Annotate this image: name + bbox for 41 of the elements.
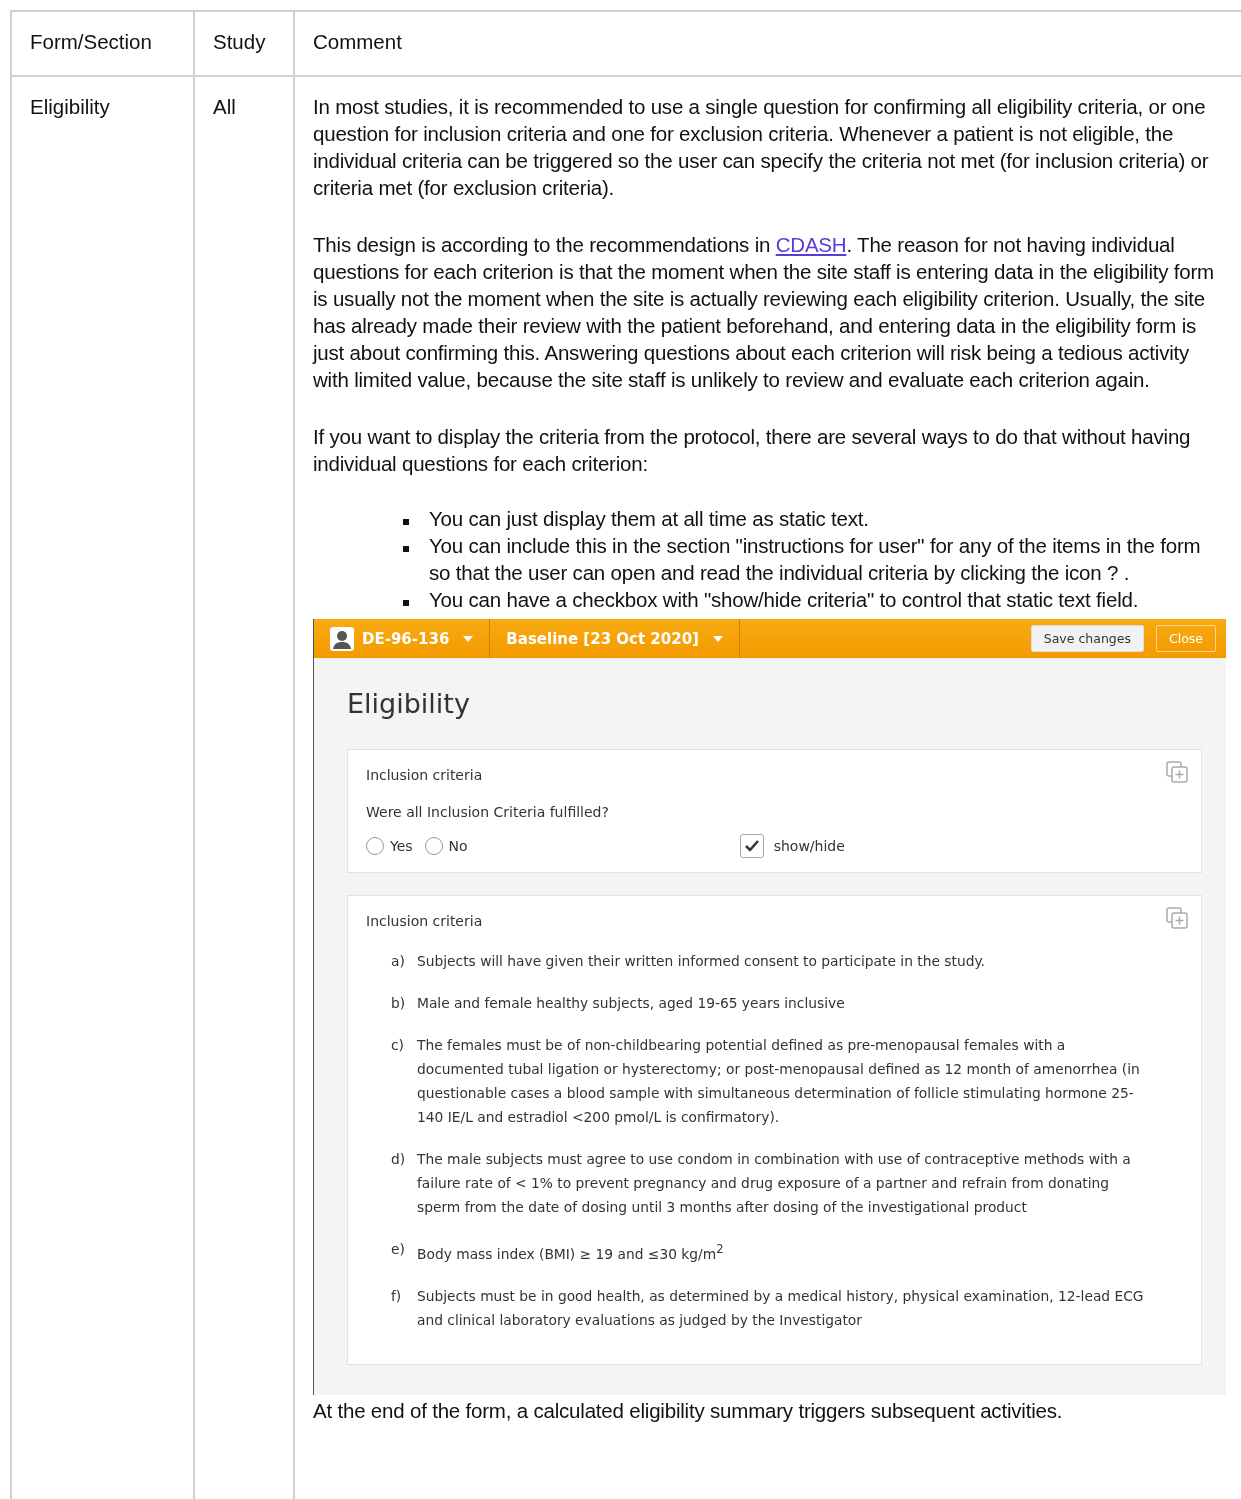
bullet-text: You can include this in the section "instructions for user" for any of the items in the form so that the user can open and read the individual criteria by clicking the icon ? . — [429, 533, 1202, 586]
column-header: Comment — [313, 29, 402, 55]
criterion-text: The females must be of non-childbearing potential defined as pre-menopausal females with a documented tubal ligation or hysterectomy; or post-menopausal defined as 12 month of amenorrhea (in questionable cases a blood sample with simultaneous determination of follicle stimulating hormone 25-140 IE/L and estradiol <200 pmol/L is confirmatory). — [417, 1036, 1141, 1127]
cdash-link[interactable]: CDASH — [775, 233, 847, 256]
paragraph: In most studies, it is recommended to use a single question for confirming all eligibility criteria, or one question for inclusion criteria and one for exclusion criteria. Whenever a patient is not eligible, the individual criteria can be triggered so the user can specify the criteria not met (for inclusion criteria) or criteria met (for exclusion criteria). — [313, 94, 1210, 201]
person-icon — [330, 626, 354, 651]
bullet-text: You can just display them at all time as static text. — [429, 506, 869, 532]
criterion-text: Subjects must be in good health, as determined by a medical history, physical examination, 12-lead ECG and clinical laboratory evaluations as judged by the Investigator — [417, 1286, 1145, 1330]
radio-option[interactable]: No — [424, 837, 468, 855]
column-header: Form/Section — [30, 29, 152, 55]
question-text: Were all Inclusion Criteria fulfilled? — [366, 803, 610, 822]
table-cell-text: All — [213, 94, 236, 120]
criterion-text: Male and female healthy subjects, aged 19-65 years inclusive — [417, 994, 845, 1013]
card-title: Inclusion criteria — [366, 766, 483, 785]
bullet-icon — [403, 546, 409, 552]
bullet-icon — [403, 600, 409, 606]
column-header: Study — [213, 29, 266, 55]
criterion-text: Body mass index (BMI) ≥ 19 and ≤30 kg/m$^{2}$ — [417, 1241, 724, 1264]
caret-icon — [712, 635, 723, 642]
caret-icon — [463, 635, 474, 642]
card-title: Inclusion criteria — [366, 912, 483, 931]
criterion-text: Subjects will have given their written informed consent to participate in the study. — [417, 952, 985, 971]
save-button[interactable]: Save changes — [1030, 625, 1144, 652]
list-marker: d) — [391, 1150, 405, 1169]
add-copy-icon[interactable] — [1165, 906, 1189, 930]
add-copy-icon[interactable] — [1165, 760, 1189, 784]
paragraph: If you want to display the criteria from the protocol, there are several ways to do that without having individual questions for each criterion: — [313, 424, 1192, 477]
paragraph: This design is according to the recommendations in CDASH. The reason for not having individual questions for each criterion is that the moment when the site staff is entering data in the eligibility form is usually not the moment when the site is actually reviewing each eligibility criterion. Usually, the site has already made their review with the patient beforehand, and entering data in the eligibility form is just about confirming this. Answering questions about each criterion will risk being a tedious activity with limited value, because the site staff is unlikely to review and evaluate each criterion again. — [313, 232, 1215, 393]
paragraph: At the end of the form, a calculated eligibility summary triggers subsequent activities. — [313, 1397, 1064, 1424]
list-marker: f) — [391, 1286, 403, 1306]
show-hide-checkbox[interactable]: show/hide — [739, 834, 845, 858]
list-marker: e) — [391, 1240, 405, 1259]
radio-option[interactable]: Yes — [366, 837, 413, 855]
bullet-text: You can have a checkbox with "show/hide criteria" to control that static text field. — [429, 587, 1139, 613]
list-marker: b) — [391, 994, 405, 1013]
bullet-icon — [403, 519, 409, 525]
list-marker: c) — [391, 1036, 405, 1055]
criterion-text: The male subjects must agree to use condom in combination with use of contraceptive methods with a failure rate of < 1% to prevent pregnancy and drug exposure of a partner and refrain from donating sperm from the date of dosing until 3 months after dosing of the investigational product — [417, 1150, 1132, 1217]
table-cell-text: Eligibility — [30, 94, 110, 120]
form-title: Eligibility — [347, 688, 471, 719]
list-marker: a) — [391, 952, 405, 971]
